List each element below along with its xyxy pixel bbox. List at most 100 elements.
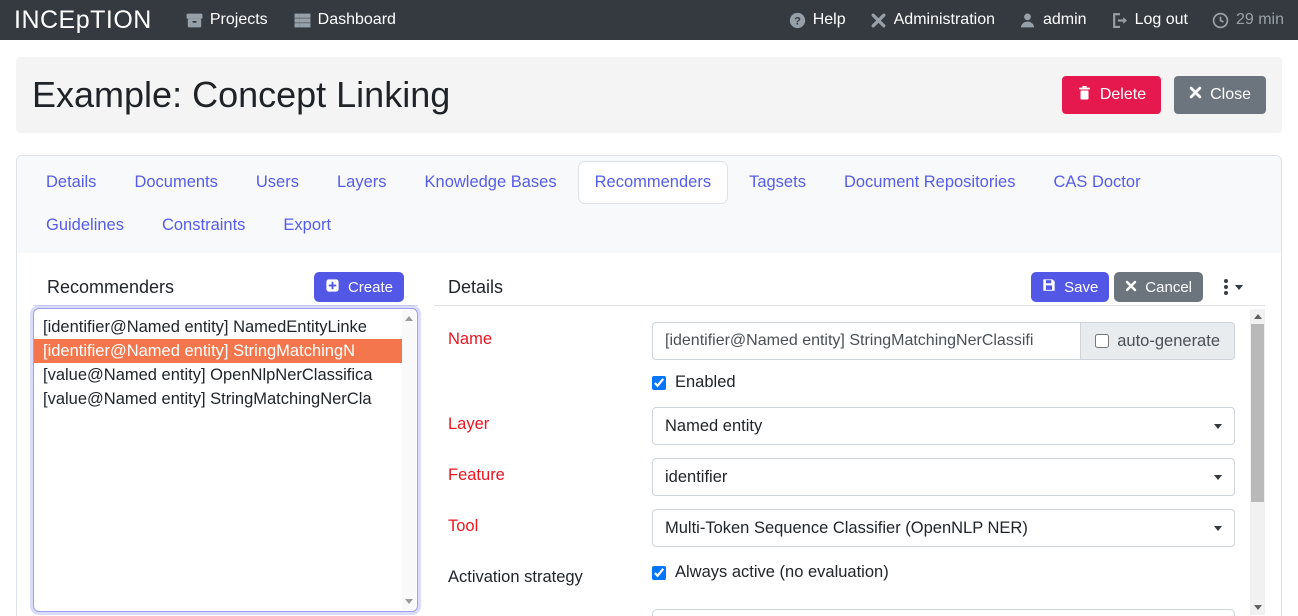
recommender-list-item[interactable]: [value@Named entity] StringMatchingNerCl… [34, 387, 402, 411]
nav-projects-label: Projects [210, 11, 268, 29]
activation-strategy-label: Activation strategy [448, 560, 652, 587]
auto-generate-checkbox[interactable] [1095, 334, 1109, 348]
nav-projects[interactable]: Projects [186, 11, 268, 29]
tab-layers[interactable]: Layers [320, 161, 404, 204]
auto-generate-label: auto-generate [1117, 332, 1220, 351]
tab-strip: Details Documents Users Layers Knowledge… [17, 156, 1281, 253]
recommenders-head-divider [33, 305, 418, 306]
clock-icon [1212, 12, 1229, 29]
tab-guidelines[interactable]: Guidelines [29, 204, 141, 247]
session-timer: 29 min [1212, 11, 1284, 29]
feature-select-value: identifier [665, 468, 727, 487]
more-actions-dropdown[interactable] [1216, 281, 1251, 294]
scroll-down-icon[interactable] [1254, 605, 1262, 610]
scroll-down-icon[interactable] [405, 599, 413, 604]
trash-icon [1077, 85, 1092, 106]
tab-documents[interactable]: Documents [117, 161, 234, 204]
nav-administration-label: Administration [894, 11, 995, 29]
tab-document-repositories[interactable]: Document Repositories [827, 161, 1033, 204]
details-panel-title: Details [448, 277, 503, 298]
close-button[interactable]: Close [1174, 76, 1266, 114]
tab-recommenders[interactable]: Recommenders [578, 161, 728, 204]
recommender-list-item-selected[interactable]: [identifier@Named entity] StringMatching… [34, 339, 402, 363]
kebab-icon [1224, 279, 1228, 283]
nav-user[interactable]: admin [1019, 11, 1087, 29]
cancel-button[interactable]: Cancel [1114, 272, 1203, 302]
nav-help-label: Help [813, 11, 846, 29]
always-active-checkbox[interactable] [652, 566, 666, 580]
recommenders-panel-title: Recommenders [47, 277, 174, 298]
tools-icon [870, 12, 887, 29]
enabled-row[interactable]: Enabled [652, 373, 1235, 392]
user-icon [1019, 12, 1036, 29]
tool-label: Tool [448, 509, 652, 536]
name-input[interactable] [652, 322, 1080, 360]
project-settings-card: Details Documents Users Layers Knowledge… [16, 155, 1282, 616]
help-icon: ? [789, 12, 806, 29]
cancel-button-label: Cancel [1145, 279, 1192, 296]
tab-details[interactable]: Details [29, 161, 113, 204]
close-button-label: Close [1210, 86, 1251, 104]
layer-label: Layer [448, 407, 652, 434]
top-navbar: INCEpTION Projects Dashboard ? Help Adm [0, 0, 1298, 40]
scroll-up-icon[interactable] [1254, 314, 1262, 319]
select-caret-icon [1214, 526, 1222, 531]
nav-user-label: admin [1043, 11, 1087, 29]
svg-text:?: ? [794, 15, 801, 27]
details-form: Name auto-generate [434, 306, 1265, 616]
save-button[interactable]: Save [1031, 272, 1109, 302]
listbox-scrollbar[interactable] [402, 310, 416, 610]
session-timer-label: 29 min [1236, 11, 1284, 29]
page-title: Example: Concept Linking [32, 74, 450, 116]
enabled-label: Enabled [675, 373, 736, 392]
tab-tagsets[interactable]: Tagsets [732, 161, 823, 204]
close-icon [1189, 86, 1202, 104]
auto-generate-addon[interactable]: auto-generate [1080, 322, 1235, 360]
recommender-list-item[interactable]: [value@Named entity] OpenNlpNerClassific… [34, 363, 402, 387]
layer-select[interactable]: Named entity [652, 407, 1235, 445]
nav-help[interactable]: ? Help [789, 11, 846, 29]
tool-select[interactable]: Multi-Token Sequence Classifier (OpenNLP… [652, 509, 1235, 547]
nav-logout[interactable]: Log out [1111, 11, 1188, 29]
save-button-label: Save [1064, 279, 1098, 296]
scrollbar-thumb[interactable] [1251, 324, 1264, 502]
delete-button-label: Delete [1100, 86, 1146, 104]
create-button-label: Create [348, 279, 393, 296]
details-scrollbar[interactable] [1250, 309, 1265, 615]
always-active-label: Always active (no evaluation) [675, 563, 889, 582]
nav-administration[interactable]: Administration [870, 11, 995, 29]
tab-constraints[interactable]: Constraints [145, 204, 262, 247]
nav-dashboard[interactable]: Dashboard [294, 11, 396, 29]
always-active-row[interactable]: Always active (no evaluation) [652, 560, 1235, 582]
recommenders-panel: Recommenders Create [identifier@Named en… [33, 269, 418, 616]
tab-users[interactable]: Users [239, 161, 316, 204]
recommender-listbox[interactable]: [identifier@Named entity] NamedEntityLin… [33, 308, 418, 612]
enabled-checkbox[interactable] [652, 376, 666, 390]
scroll-up-icon[interactable] [405, 316, 413, 321]
project-header: Example: Concept Linking Delete Close [16, 57, 1282, 133]
layer-select-value: Named entity [665, 417, 762, 436]
plus-square-icon [325, 278, 340, 297]
recommender-list-item[interactable]: [identifier@Named entity] NamedEntityLin… [34, 315, 402, 339]
select-caret-icon [1214, 424, 1222, 429]
chevron-down-icon [1235, 285, 1243, 290]
feature-select[interactable]: identifier [652, 458, 1235, 496]
list-icon [294, 12, 311, 29]
logout-icon [1111, 12, 1128, 29]
feature-label: Feature [448, 458, 652, 485]
create-button[interactable]: Create [314, 272, 404, 302]
name-label: Name [448, 322, 652, 349]
tab-cas-doctor[interactable]: CAS Doctor [1036, 161, 1157, 204]
tool-select-value: Multi-Token Sequence Classifier (OpenNLP… [665, 519, 1028, 538]
tab-export[interactable]: Export [266, 204, 348, 247]
details-panel: Details Save Cancel [434, 269, 1265, 616]
tab-knowledge-bases[interactable]: Knowledge Bases [408, 161, 574, 204]
delete-button[interactable]: Delete [1062, 76, 1161, 114]
select-caret-icon [1214, 475, 1222, 480]
enabled-spacer [448, 373, 652, 381]
cancel-x-icon [1125, 279, 1137, 296]
app-brand[interactable]: INCEpTION [14, 6, 152, 35]
next-field-select-partial[interactable] [652, 609, 1235, 616]
nav-logout-label: Log out [1135, 11, 1188, 29]
archive-icon [186, 12, 203, 29]
